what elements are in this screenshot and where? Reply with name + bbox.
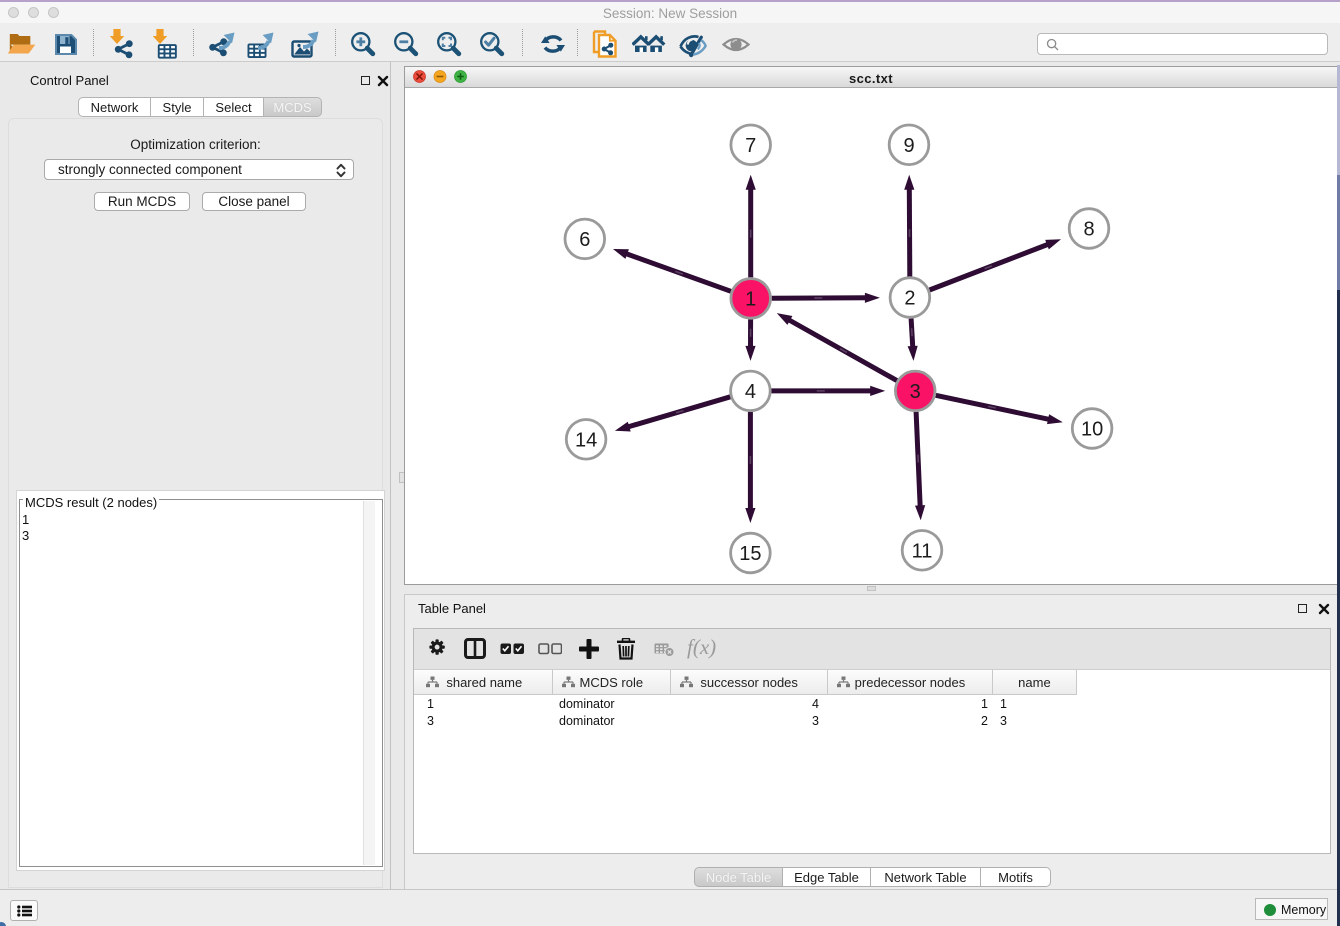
svg-text:3: 3 <box>910 381 921 403</box>
svg-text:10: 10 <box>1081 419 1103 441</box>
svg-text:15: 15 <box>739 543 761 565</box>
svg-text:1: 1 <box>745 288 756 310</box>
svg-text:14: 14 <box>575 429 597 451</box>
svg-text:6: 6 <box>579 229 590 251</box>
svg-text:9: 9 <box>903 135 914 157</box>
svg-text:4: 4 <box>745 381 756 403</box>
svg-text:11: 11 <box>912 540 933 562</box>
svg-text:8: 8 <box>1083 219 1094 241</box>
svg-text:7: 7 <box>745 135 756 157</box>
svg-text:2: 2 <box>904 288 915 310</box>
